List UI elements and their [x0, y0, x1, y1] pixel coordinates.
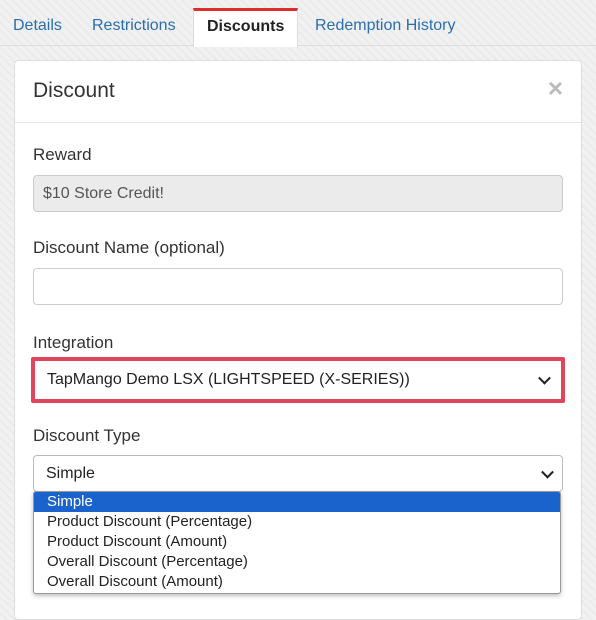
- option-product-amount[interactable]: Product Discount (Amount): [34, 532, 560, 552]
- panel-title: Discount: [33, 79, 115, 102]
- tab-discounts[interactable]: Discounts: [193, 8, 299, 47]
- reward-label: Reward: [33, 145, 92, 164]
- option-simple[interactable]: Simple: [34, 492, 560, 512]
- reward-field: $10 Store Credit!: [33, 175, 563, 212]
- tab-bar: Details Restrictions Discounts Redemptio…: [0, 0, 596, 47]
- option-overall-percentage[interactable]: Overall Discount (Percentage): [34, 552, 560, 572]
- discount-name-input[interactable]: [33, 268, 563, 305]
- integration-select[interactable]: TapMango Demo LSX (LIGHTSPEED (X-SERIES)…: [37, 363, 559, 397]
- tab-details[interactable]: Details: [0, 8, 75, 46]
- chevron-down-icon: [541, 465, 554, 479]
- integration-label: Integration: [33, 333, 114, 352]
- close-icon[interactable]: ×: [548, 73, 563, 104]
- discount-type-dropdown: Simple Product Discount (Percentage) Pro…: [33, 491, 561, 594]
- tab-restrictions[interactable]: Restrictions: [79, 8, 189, 46]
- integration-highlight: TapMango Demo LSX (LIGHTSPEED (X-SERIES)…: [31, 357, 565, 403]
- panel-header: Discount ×: [15, 61, 581, 123]
- discount-name-label: Discount Name (optional): [33, 238, 225, 257]
- chevron-down-icon: [538, 371, 551, 385]
- discount-type-label: Discount Type: [33, 426, 141, 445]
- integration-value: TapMango Demo LSX (LIGHTSPEED (X-SERIES)…: [47, 371, 410, 388]
- option-overall-amount[interactable]: Overall Discount (Amount): [34, 572, 560, 592]
- option-product-percentage[interactable]: Product Discount (Percentage): [34, 512, 560, 532]
- discount-type-select[interactable]: Simple: [33, 455, 563, 492]
- discount-type-value: Simple: [46, 465, 95, 482]
- tab-redemption-history[interactable]: Redemption History: [302, 8, 469, 46]
